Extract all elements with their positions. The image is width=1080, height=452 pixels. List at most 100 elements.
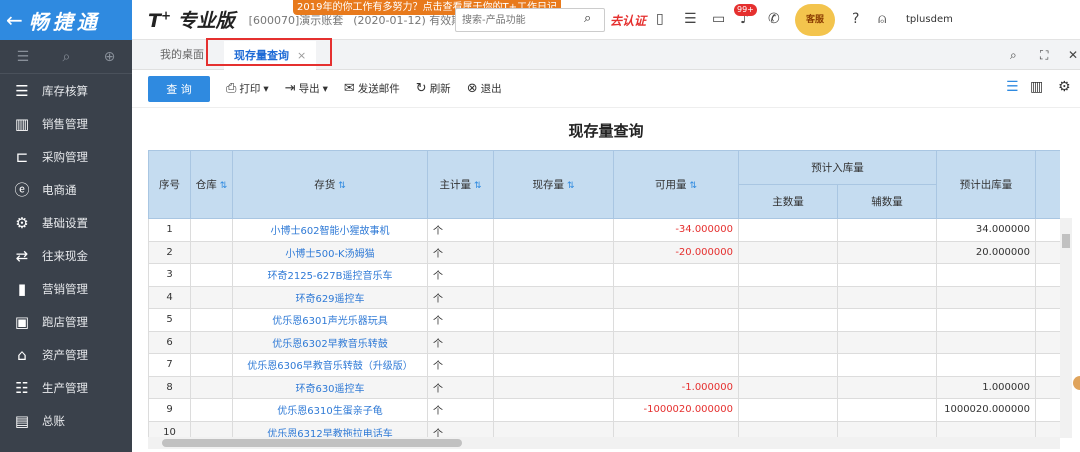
task-list-icon[interactable]: ☰: [684, 11, 697, 27]
sidebar-item[interactable]: ⓔ 电商通: [0, 173, 132, 206]
username[interactable]: tplusdem: [906, 14, 953, 25]
floating-helper-icon[interactable]: [1073, 376, 1080, 390]
search-icon[interactable]: ⌕: [584, 11, 591, 26]
row-item-link[interactable]: 环奇629遥控车: [232, 285, 428, 309]
row-main-qty: [738, 375, 838, 399]
row-onhand: [493, 285, 614, 309]
certify-link[interactable]: 去认证: [610, 12, 646, 29]
table-row[interactable]: 9 优乐恩6310生蛋亲子龟个 -1000020.000000 1000020.000…: [148, 398, 1060, 422]
row-item-link[interactable]: 环奇630遥控车: [232, 375, 428, 399]
row-seq: 2: [148, 240, 191, 264]
customer-service-avatar[interactable]: 客服: [795, 4, 835, 36]
col-item[interactable]: 存货 ⇅: [232, 150, 428, 219]
back-arrow-icon[interactable]: ←: [6, 10, 23, 30]
chart-view-icon[interactable]: ▥: [1030, 79, 1043, 95]
menu-icon[interactable]: ☰: [17, 49, 30, 65]
help-icon[interactable]: ?: [852, 11, 859, 27]
row-item-link[interactable]: 优乐恩6301声光乐器玩具: [232, 308, 428, 332]
sidebar-item[interactable]: ⊏ 采购管理: [0, 140, 132, 173]
sidebar-item[interactable]: ▤ 总账: [0, 404, 132, 437]
sidebar-item[interactable]: ☷ 生产管理: [0, 371, 132, 404]
sidebar-item[interactable]: ☰ 库存核算: [0, 74, 132, 107]
table-row[interactable]: 5 优乐恩6301声光乐器玩具个: [148, 308, 1060, 332]
row-item-link[interactable]: 小博士500-K汤姆猫: [232, 240, 428, 264]
sidebar-item[interactable]: ▮ 营销管理: [0, 272, 132, 305]
table-row[interactable]: 8 环奇630遥控车个 -1.000000 1.000000: [148, 375, 1060, 399]
row-more: [1035, 398, 1060, 422]
row-unit: 个: [427, 420, 494, 438]
sort-icon[interactable]: ⇅: [474, 181, 482, 191]
horizontal-scrollbar[interactable]: [148, 437, 1060, 449]
sidebar-item-label: 基础设置: [42, 215, 88, 230]
table-row[interactable]: 2 小博士500-K汤姆猫个 -20.000000 20.000000: [148, 240, 1060, 264]
sidebar-item-label: 跑店管理: [42, 314, 88, 329]
table-row[interactable]: 3 环奇2125-627B遥控音乐车个: [148, 263, 1060, 287]
row-item-link[interactable]: 优乐恩6306早教音乐转鼓（升级版）: [232, 353, 428, 377]
phone-icon[interactable]: ✆: [768, 11, 780, 27]
sort-icon[interactable]: ⇅: [220, 181, 228, 191]
fullscreen-icon[interactable]: ⛶: [1040, 48, 1048, 63]
nav-icon: ⊏: [15, 147, 29, 166]
col-onhand[interactable]: 现存量 ⇅: [493, 150, 614, 219]
search-input[interactable]: [455, 8, 605, 32]
row-warehouse: [190, 240, 233, 264]
row-main-qty: [738, 353, 838, 377]
scrollbar-thumb[interactable]: [162, 439, 462, 447]
table-row[interactable]: 6 优乐恩6302早教音乐转鼓个: [148, 330, 1060, 354]
list-view-icon[interactable]: ☰: [1006, 79, 1019, 95]
col-available[interactable]: 可用量 ⇅: [613, 150, 739, 219]
print-button[interactable]: ⎙ 打印 ▾: [226, 81, 269, 96]
sort-icon[interactable]: ⇅: [689, 181, 697, 191]
row-warehouse: [190, 330, 233, 354]
row-outgoing: 20.000000: [936, 240, 1036, 264]
sidebar-item[interactable]: ⚙ 基础设置: [0, 206, 132, 239]
query-button[interactable]: 查 询: [148, 75, 210, 102]
user-icon[interactable]: ⍝: [878, 11, 886, 27]
refresh-button[interactable]: ↻ 刷新: [416, 81, 451, 96]
send-email-button[interactable]: ✉ 发送邮件: [344, 81, 400, 96]
settings-gear-icon[interactable]: ⚙: [1058, 79, 1071, 95]
row-available: [613, 263, 739, 287]
row-outgoing: [936, 308, 1036, 332]
table-row[interactable]: 4 环奇629遥控车个: [148, 285, 1060, 309]
col-warehouse[interactable]: 仓库 ⇅: [190, 150, 233, 219]
sidebar-item[interactable]: ⇄ 往来现金: [0, 239, 132, 272]
search-icon[interactable]: ⌕: [1010, 48, 1017, 63]
sidebar-item[interactable]: ⌂ 资产管理: [0, 338, 132, 371]
sidebar-item-label: 营销管理: [42, 281, 88, 296]
mobile-icon[interactable]: ▯: [656, 11, 664, 27]
row-aux-qty: [837, 353, 937, 377]
search-icon[interactable]: ⌕: [62, 49, 70, 65]
close-icon[interactable]: ✕: [1068, 48, 1078, 62]
table-row[interactable]: 7 优乐恩6306早教音乐转鼓（升级版）个: [148, 353, 1060, 377]
row-onhand: [493, 308, 614, 332]
scrollbar-thumb[interactable]: [1062, 234, 1070, 248]
sidebar-item[interactable]: ▣ 跑店管理: [0, 305, 132, 338]
vertical-scrollbar[interactable]: [1060, 218, 1072, 438]
export-button[interactable]: ⇥ 导出 ▾: [285, 81, 328, 96]
sort-icon[interactable]: ⇅: [338, 181, 346, 191]
add-icon[interactable]: ⊕: [104, 49, 116, 65]
row-item-link[interactable]: 优乐恩6312早教拖拉电话车: [232, 420, 428, 438]
col-aux-qty: 辅数量: [837, 184, 937, 219]
sidebar-item[interactable]: ▥ 销售管理: [0, 107, 132, 140]
table-row[interactable]: 10 优乐恩6312早教拖拉电话车个: [148, 420, 1060, 438]
row-unit: 个: [427, 330, 494, 354]
row-onhand: [493, 330, 614, 354]
row-item-link[interactable]: 优乐恩6302早教音乐转鼓: [232, 330, 428, 354]
exit-button[interactable]: ⊗ 退出: [467, 81, 502, 96]
row-outgoing: [936, 420, 1036, 438]
row-main-qty: [738, 398, 838, 422]
row-item-link[interactable]: 优乐恩6310生蛋亲子龟: [232, 398, 428, 422]
message-icon[interactable]: ▭: [712, 11, 725, 27]
row-onhand: [493, 375, 614, 399]
col-unit[interactable]: 主计量 ⇅: [427, 150, 494, 219]
row-seq: 3: [148, 263, 191, 287]
row-item-link[interactable]: 环奇2125-627B遥控音乐车: [232, 263, 428, 287]
row-warehouse: [190, 308, 233, 332]
table-row[interactable]: 1 小博士602智能小猩故事机个 -34.000000 34.000000: [148, 218, 1060, 242]
row-main-qty: [738, 240, 838, 264]
tab-desktop[interactable]: 我的桌面: [160, 40, 204, 70]
row-item-link[interactable]: 小博士602智能小猩故事机: [232, 218, 428, 242]
sort-icon[interactable]: ⇅: [567, 181, 575, 191]
